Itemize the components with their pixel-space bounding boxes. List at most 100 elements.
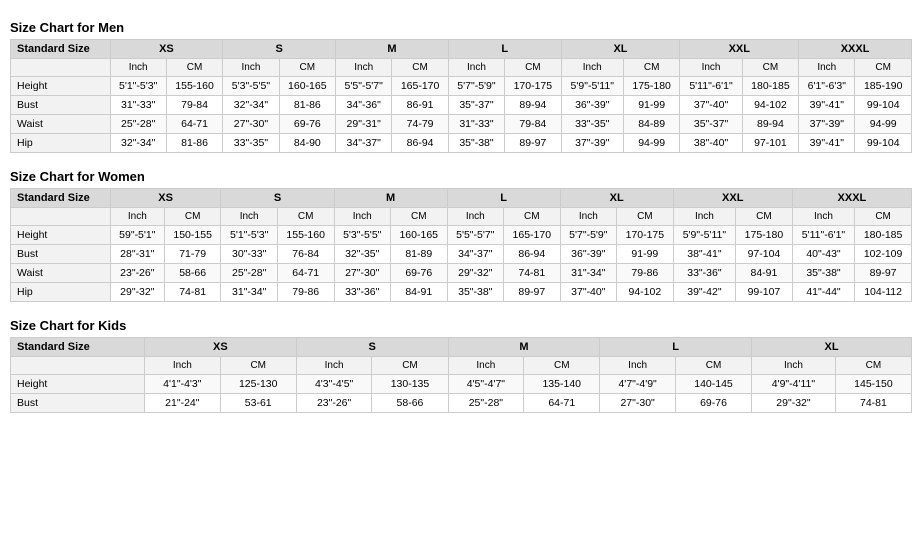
table-cell: 53-61: [220, 394, 296, 413]
table-cell: 35"-38": [447, 283, 503, 302]
row-label: Bust: [11, 394, 145, 413]
table-cell: 6'1"-6'3": [799, 77, 855, 96]
women-xl-inch: Inch: [560, 208, 616, 226]
table-row: Bust28"-31"71-7930"-33"76-8432"-35"81-89…: [11, 245, 912, 264]
men-xxxl-cm: CM: [855, 59, 912, 77]
table-cell: 64-71: [277, 264, 334, 283]
table-cell: 79-84: [166, 96, 223, 115]
men-tbody: Height5'1"-5'3"155-1605'3"-5'5"160-1655'…: [11, 77, 912, 153]
table-cell: 29"-32": [752, 394, 836, 413]
table-cell: 58-66: [372, 394, 448, 413]
table-cell: 35"-37": [680, 115, 742, 134]
table-cell: 29"-31": [336, 115, 392, 134]
men-title: Size Chart for Men: [10, 20, 912, 35]
table-cell: 33"-36": [334, 283, 390, 302]
table-cell: 4'7"-4'9": [600, 375, 676, 394]
men-xxxl-inch: Inch: [799, 59, 855, 77]
men-s-inch: Inch: [223, 59, 279, 77]
table-cell: 89-97: [505, 134, 562, 153]
table-row: Bust31"-33"79-8432"-34"81-8634"-36"86-91…: [11, 96, 912, 115]
men-xl-inch: Inch: [561, 59, 623, 77]
table-cell: 5'1"-5'3": [221, 226, 277, 245]
row-label: Height: [11, 375, 145, 394]
table-cell: 170-175: [505, 77, 562, 96]
table-cell: 34"-37": [336, 134, 392, 153]
table-cell: 4'1"-4'3": [144, 375, 220, 394]
women-xl-header: XL: [560, 189, 673, 208]
kids-m-header: M: [448, 338, 600, 357]
table-cell: 33"-35": [223, 134, 279, 153]
kids-s-inch: Inch: [296, 357, 372, 375]
table-cell: 5'9"-5'11": [673, 226, 735, 245]
women-s-cm: CM: [277, 208, 334, 226]
men-xxl-cm: CM: [742, 59, 799, 77]
table-cell: 74-81: [835, 394, 911, 413]
men-xs-cm: CM: [166, 59, 223, 77]
kids-l-header: L: [600, 338, 752, 357]
women-m-inch: Inch: [334, 208, 390, 226]
kids-title: Size Chart for Kids: [10, 318, 912, 333]
table-cell: 5'1"-5'3": [110, 77, 166, 96]
table-cell: 35"-37": [448, 96, 504, 115]
table-cell: 74-81: [164, 283, 221, 302]
men-xxxl-header: XXXL: [799, 40, 912, 59]
table-cell: 99-104: [855, 96, 912, 115]
kids-s-cm: CM: [372, 357, 448, 375]
women-s-header: S: [221, 189, 334, 208]
table-cell: 37"-40": [560, 283, 616, 302]
kids-s-header: S: [296, 338, 448, 357]
table-cell: 59"-5'1": [110, 226, 164, 245]
table-cell: 5'3"-5'5": [223, 77, 279, 96]
table-cell: 31"-33": [448, 115, 504, 134]
women-table: Standard Size XS S M L XL XXL XXXL Inch …: [10, 188, 912, 302]
table-cell: 74-81: [503, 264, 560, 283]
table-cell: 165-170: [503, 226, 560, 245]
table-cell: 175-180: [736, 226, 793, 245]
table-cell: 170-175: [617, 226, 674, 245]
table-cell: 99-104: [855, 134, 912, 153]
women-title: Size Chart for Women: [10, 169, 912, 184]
table-cell: 180-185: [855, 226, 912, 245]
row-label: Bust: [11, 245, 111, 264]
table-cell: 69-76: [279, 115, 336, 134]
men-l-header: L: [448, 40, 561, 59]
table-cell: 5'5"-5'7": [336, 77, 392, 96]
kids-m-cm: CM: [524, 357, 600, 375]
women-standard-size-header: Standard Size: [11, 189, 111, 208]
men-units-corner: [11, 59, 111, 77]
kids-units-row: Inch CM Inch CM Inch CM Inch CM Inch CM: [11, 357, 912, 375]
table-cell: 64-71: [166, 115, 223, 134]
table-cell: 125-130: [220, 375, 296, 394]
table-cell: 25"-28": [221, 264, 277, 283]
table-cell: 31"-34": [221, 283, 277, 302]
table-cell: 33"-35": [561, 115, 623, 134]
table-cell: 145-150: [835, 375, 911, 394]
table-cell: 155-160: [166, 77, 223, 96]
table-cell: 69-76: [390, 264, 447, 283]
table-cell: 23"-26": [110, 264, 164, 283]
men-units-row: Inch CM Inch CM Inch CM Inch CM Inch CM …: [11, 59, 912, 77]
men-xs-header: XS: [110, 40, 223, 59]
men-header-row: Standard Size XS S M L XL XXL XXXL: [11, 40, 912, 59]
row-label: Hip: [11, 134, 111, 153]
table-cell: 25"-28": [448, 394, 524, 413]
men-xl-header: XL: [561, 40, 680, 59]
kids-standard-size-header: Standard Size: [11, 338, 145, 357]
table-cell: 84-90: [279, 134, 336, 153]
men-section: Size Chart for Men Standard Size XS S M …: [10, 20, 912, 153]
women-tbody: Height59"-5'1"150-1555'1"-5'3"155-1605'3…: [11, 226, 912, 302]
men-l-cm: CM: [505, 59, 562, 77]
table-cell: 27"-30": [334, 264, 390, 283]
table-cell: 38"-41": [673, 245, 735, 264]
row-label: Height: [11, 77, 111, 96]
men-table: Standard Size XS S M L XL XXL XXXL Inch …: [10, 39, 912, 153]
kids-header-row: Standard Size XS S M L XL: [11, 338, 912, 357]
table-cell: 5'7"-5'9": [448, 77, 504, 96]
table-cell: 102-109: [855, 245, 912, 264]
table-cell: 89-97: [855, 264, 912, 283]
men-xxl-inch: Inch: [680, 59, 742, 77]
table-cell: 97-101: [742, 134, 799, 153]
table-cell: 35"-38": [792, 264, 854, 283]
women-l-header: L: [447, 189, 560, 208]
women-l-cm: CM: [503, 208, 560, 226]
